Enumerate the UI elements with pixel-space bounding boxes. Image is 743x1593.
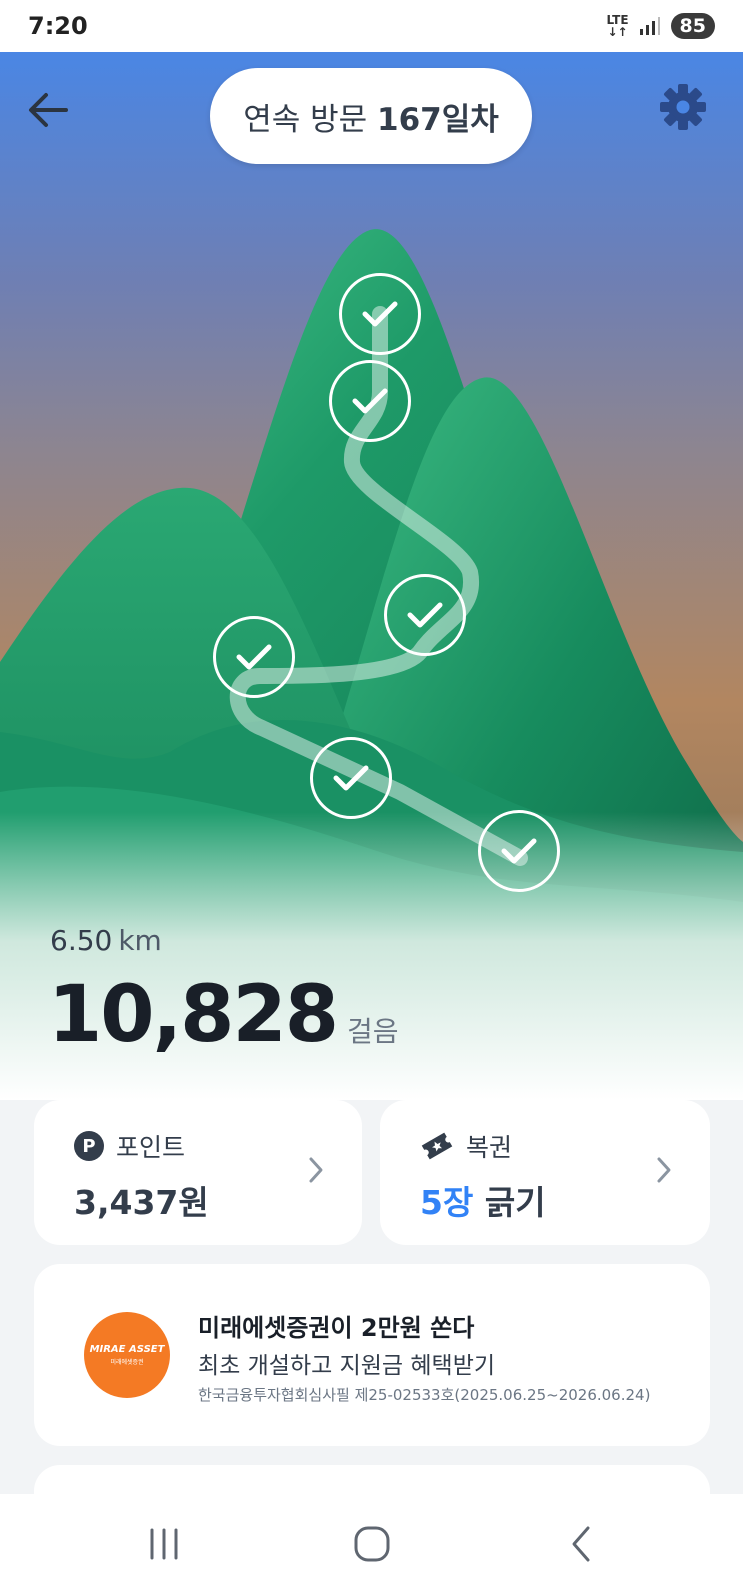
logo-sub-text: 미래에셋증권 [110,1359,144,1366]
recents-button[interactable] [142,1524,186,1564]
status-indicators: LTE ↓↑ 85 [607,13,715,39]
mirae-asset-logo: MIRAE ASSET 미래에셋증권 [84,1312,170,1398]
lottery-count: 5장 [420,1183,474,1222]
status-bar: 7:20 LTE ↓↑ 85 [0,0,743,52]
ad-description: 최초 개설하고 지원금 혜택받기 [198,1353,496,1379]
network-indicator: LTE ↓↑ [607,14,629,38]
logo-main-text: MIRAE ASSET [89,1344,165,1355]
visit-streak-title: 연속 방문 167일차 [210,68,532,164]
steps-value: 10,828 [48,970,339,1060]
back-button[interactable] [24,86,80,138]
lottery-card[interactable]: 복권 5장 긁기 [380,1100,710,1245]
ad-title: 미래에셋증권이 2만원 쏜다 [198,1314,475,1342]
points-value: 3,437원 [74,1183,209,1222]
points-label: 포인트 [116,1133,186,1162]
check-icon [333,765,369,791]
check-icon [362,301,398,327]
ticket-icon [421,1132,453,1160]
check-icon [501,838,537,864]
lottery-label: 복권 [466,1133,513,1162]
system-nav-bar [0,1494,743,1593]
chevron-right-icon [657,1157,671,1183]
steps-unit: 걸음 [347,1015,399,1048]
status-time: 7:20 [28,12,88,40]
checkpoint-3 [384,574,466,656]
lottery-action: 긁기 [484,1183,546,1222]
home-button[interactable] [350,1524,394,1564]
title-count: 167일차 [377,101,499,138]
title-prefix: 연속 방문 [243,101,378,138]
points-card[interactable]: P 포인트 3,437원 [34,1100,362,1245]
battery-indicator: 85 [670,13,715,39]
points-card-title: P 포인트 [74,1128,185,1164]
step-count: 10,828 걸음 [48,970,399,1060]
back-nav-icon [572,1526,590,1562]
ad-compliance-note: 한국금융투자협회심사필 제25-02533호(2025.06.25~2026.0… [198,1386,651,1404]
check-icon [236,644,272,670]
walk-hero: 연속 방문 167일차 6.50 km 10,828 걸음 [0,52,743,1100]
checkpoint-5 [310,737,392,819]
recents-icon [150,1528,178,1560]
home-icon [354,1526,390,1562]
lottery-value: 5장 긁기 [420,1176,546,1224]
checkpoint-6 [478,810,560,892]
settings-button[interactable] [658,82,716,140]
check-icon [407,602,443,628]
mirae-asset-ad-card[interactable]: MIRAE ASSET 미래에셋증권 미래에셋증권이 2만원 쏜다 최초 개설하… [34,1264,710,1446]
distance-unit: km [118,924,162,957]
p-coin-icon: P [74,1131,104,1161]
chevron-right-icon [309,1157,323,1183]
back-nav-button[interactable] [560,1524,604,1564]
walk-distance: 6.50 km [50,924,162,957]
network-arrows: ↓↑ [607,25,628,39]
check-icon [352,388,388,414]
checkpoint-4 [213,616,295,698]
checkpoint-2 [329,360,411,442]
checkpoint-1 [339,273,421,355]
arrow-left-icon [29,93,68,127]
lottery-card-title: 복권 [420,1128,512,1164]
gear-icon [660,84,706,130]
signal-icon [639,17,660,35]
distance-value: 6.50 [50,924,113,957]
